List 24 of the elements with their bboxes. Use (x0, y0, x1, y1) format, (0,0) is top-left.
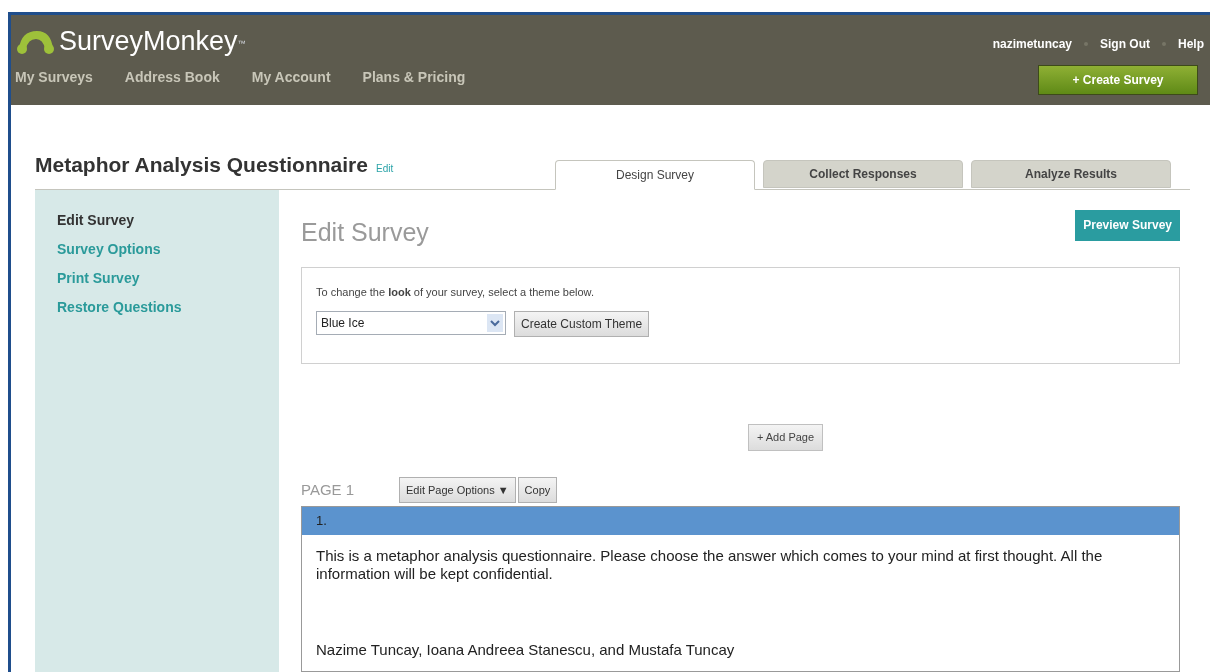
page-heading: Edit Survey (301, 216, 429, 248)
sidebar-link[interactable]: Edit Survey (57, 209, 135, 231)
authors-text: Nazime Tuncay, Ioana Andreea Stanescu, and Mustafa Tuncay (316, 640, 736, 660)
logo-text[interactable]: SurveyMonkey$^{™}$ (59, 27, 246, 55)
nav-link[interactable]: My Surveys (15, 67, 93, 88)
page-label: PAGE 1 (301, 479, 356, 500)
user-link[interactable]: nazimetuncay (992, 35, 1072, 53)
survey-title: Metaphor Analysis Questionnaire (35, 152, 368, 178)
question-number: 1. (316, 512, 327, 531)
tab[interactable]: Collect Responses (763, 159, 963, 188)
copy-button[interactable]: Copy (517, 477, 558, 503)
user-link[interactable]: Sign Out (1100, 35, 1150, 53)
nav-link[interactable]: Address Book (124, 67, 220, 88)
user-link[interactable]: Help (1178, 35, 1204, 53)
nav-link[interactable]: My Account (251, 67, 331, 88)
tab[interactable]: Analyze Results (971, 159, 1171, 188)
create-theme-button[interactable]: Create Custom Theme (514, 310, 650, 337)
question-text: This is a metaphor analysis questionnaire. Please choose the answer which comes to your mind at first thought. All the information will be kept confidential. (316, 547, 1104, 583)
page-options-button[interactable]: Edit Page Options ▼ (399, 477, 516, 503)
add-page-button[interactable]: + Add Page (747, 424, 824, 451)
tab[interactable]: Design Survey (555, 159, 755, 190)
theme-instruction: To change the look of your survey, select a theme below. (316, 285, 595, 300)
nav-link[interactable]: Plans & Pricing (362, 67, 466, 88)
theme-select[interactable]: Blue Ice (316, 310, 506, 335)
